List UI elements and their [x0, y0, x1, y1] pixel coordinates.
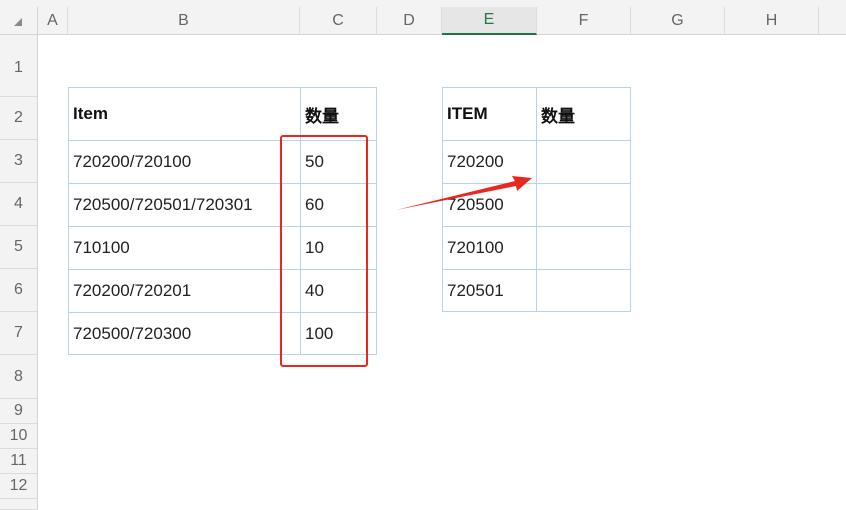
- annotation-arrow-icon: [396, 176, 532, 210]
